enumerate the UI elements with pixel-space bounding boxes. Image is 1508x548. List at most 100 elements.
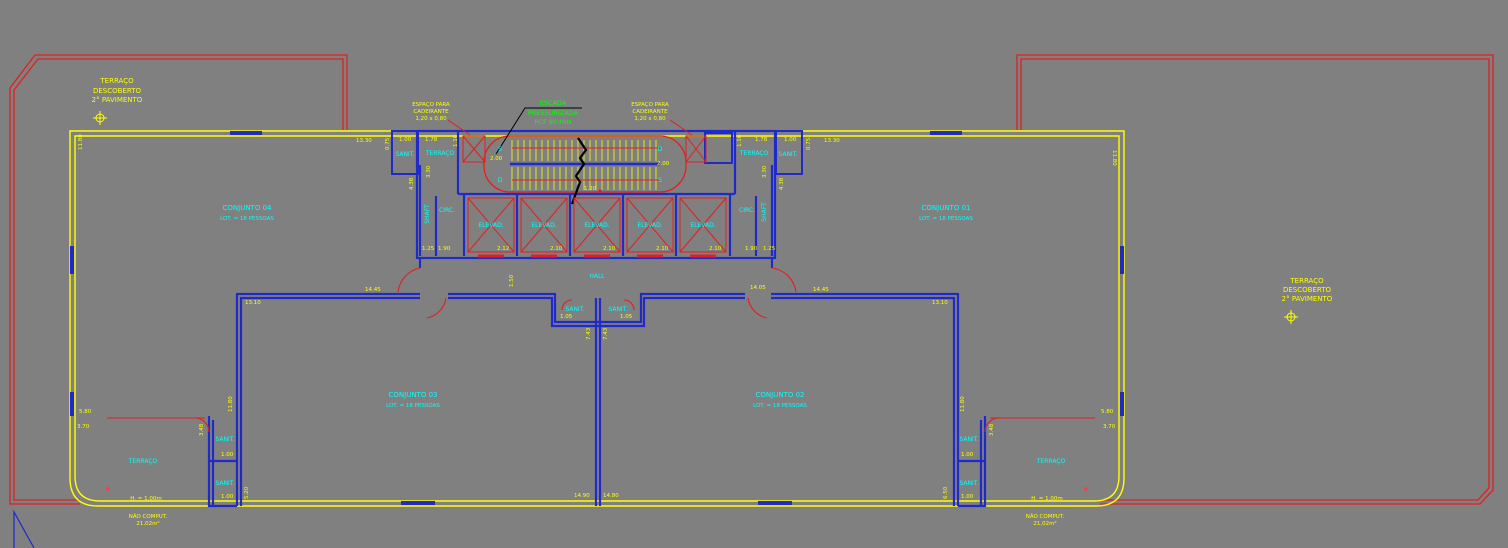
svg-text:SANIT.: SANIT.	[395, 151, 414, 158]
svg-text:SANIT.: SANIT.	[959, 480, 978, 487]
svg-text:1.90: 1.90	[438, 246, 451, 252]
terrace-label-top-left: TERRAÇO DESCOBERTO 2° PAVIMENTO	[92, 77, 143, 104]
svg-text:1.16: 1.16	[737, 134, 743, 147]
drain-right	[1084, 487, 1088, 491]
svg-text:SANIT.: SANIT.	[608, 306, 627, 313]
svg-text:11.80: 11.80	[1111, 150, 1117, 166]
svg-text:1.05: 1.05	[620, 314, 633, 320]
svg-text:2° PAVIMENTO: 2° PAVIMENTO	[92, 96, 143, 104]
svg-text:3.30: 3.30	[762, 165, 768, 178]
svg-text:CONJUNTO 02: CONJUNTO 02	[756, 391, 805, 399]
svg-text:0.75: 0.75	[806, 137, 812, 150]
svg-text:13.10: 13.10	[245, 300, 261, 306]
svg-text:TERRAÇO: TERRAÇO	[1036, 458, 1066, 465]
svg-text:1.25: 1.25	[763, 246, 776, 252]
svg-text:HALL: HALL	[589, 273, 605, 280]
svg-text:CADEIRANTE: CADEIRANTE	[413, 109, 449, 115]
svg-text:TERRAÇO: TERRAÇO	[425, 150, 455, 157]
svg-text:SANIT.: SANIT.	[565, 306, 584, 313]
svg-text:3.48: 3.48	[989, 423, 995, 436]
svg-text:DESCOBERTO: DESCOBERTO	[1283, 286, 1332, 294]
svg-text:5.80: 5.80	[79, 409, 92, 415]
svg-text:2.10: 2.10	[709, 246, 722, 252]
drain-left	[106, 487, 110, 491]
svg-text:7.43: 7.43	[603, 327, 609, 340]
svg-text:2° PAVIMENTO: 2° PAVIMENTO	[1282, 295, 1333, 303]
svg-text:NÃO COMPUT.: NÃO COMPUT.	[1026, 513, 1065, 520]
svg-text:1,20 x 0,80: 1,20 x 0,80	[415, 116, 447, 122]
svg-text:1.00: 1.00	[961, 452, 974, 458]
svg-text:2.00: 2.00	[490, 156, 503, 162]
svg-text:PCF 90 MIN: PCF 90 MIN	[535, 118, 572, 126]
svg-text:ELEVAD.: ELEVAD.	[584, 222, 609, 229]
svg-text:ELEVAD.: ELEVAD.	[637, 222, 662, 229]
pointer-line-right	[669, 119, 693, 136]
svg-text:TERRAÇO: TERRAÇO	[1289, 277, 1324, 285]
svg-text:1.00: 1.00	[221, 452, 234, 458]
svg-text:1.00: 1.00	[784, 137, 797, 143]
svg-text:ESPAÇO PARA: ESPAÇO PARA	[631, 102, 669, 108]
svg-text:1.90: 1.90	[745, 246, 758, 252]
svg-text:H. = 1,00m: H. = 1,00m	[1031, 496, 1063, 502]
svg-text:11.80: 11.80	[78, 134, 84, 150]
svg-text:14.90: 14.90	[574, 493, 590, 499]
svg-text:2.10: 2.10	[603, 246, 616, 252]
svg-text:S: S	[498, 146, 502, 153]
svg-text:1.00: 1.00	[961, 494, 974, 500]
unit-conjunto-03: CONJUNTO 03 LOT. = 18 PESSOAS	[386, 391, 440, 409]
terrace-boundary-left	[9, 54, 348, 505]
svg-text:LOT. = 18 PESSOAS: LOT. = 18 PESSOAS	[753, 403, 807, 409]
svg-text:3.48: 3.48	[199, 423, 205, 436]
svg-text:S: S	[658, 177, 662, 184]
svg-text:3.30: 3.30	[426, 165, 432, 178]
svg-text:1.20: 1.20	[584, 186, 597, 192]
svg-text:SANIT.: SANIT.	[959, 436, 978, 443]
svg-text:TERRAÇO: TERRAÇO	[99, 77, 134, 85]
north-arrow	[13, 509, 35, 548]
svg-text:1.00: 1.00	[221, 494, 234, 500]
svg-text:LOT. = 18 PESSOAS: LOT. = 18 PESSOAS	[220, 216, 274, 222]
svg-text:TERRAÇO: TERRAÇO	[128, 458, 158, 465]
terrace-note-left: H. = 1,00m NÃO COMPUT. 21,02m²	[129, 496, 168, 527]
svg-text:11.80: 11.80	[960, 396, 966, 412]
svg-text:2.10: 2.10	[550, 246, 563, 252]
svg-text:1.25: 1.25	[422, 246, 435, 252]
svg-text:ESPAÇO PARA: ESPAÇO PARA	[412, 102, 450, 108]
unit-conjunto-02: CONJUNTO 02 LOT. = 18 PESSOAS	[753, 391, 807, 409]
svg-text:CONJUNTO 01: CONJUNTO 01	[922, 204, 971, 212]
svg-text:SHAFT: SHAFT	[424, 204, 431, 224]
svg-text:SANIT.: SANIT.	[215, 436, 234, 443]
terrace-label-right: TERRAÇO DESCOBERTO 2° PAVIMENTO	[1282, 277, 1333, 303]
svg-text:5.80: 5.80	[1101, 409, 1114, 415]
svg-text:1.78: 1.78	[755, 137, 768, 143]
svg-text:TERRAÇO: TERRAÇO	[739, 150, 769, 157]
svg-text:ESCADA: ESCADA	[540, 99, 567, 107]
svg-text:CIRC.: CIRC.	[739, 207, 755, 214]
corridor-walls	[207, 292, 987, 508]
svg-text:14.45: 14.45	[813, 287, 829, 293]
unit-conjunto-04: CONJUNTO 04 LOT. = 18 PESSOAS	[220, 204, 274, 222]
svg-text:ELEVAD.: ELEVAD.	[690, 222, 715, 229]
terrace-marker-left	[93, 111, 107, 125]
svg-text:4.38: 4.38	[409, 177, 415, 190]
floor-plan-drawing: TERRAÇO DESCOBERTO 2° PAVIMENTO TERRAÇO …	[9, 54, 1494, 548]
svg-text:14.80: 14.80	[603, 493, 619, 499]
svg-text:SANIT.: SANIT.	[778, 151, 797, 158]
svg-text:PRESSURIZADA: PRESSURIZADA	[528, 109, 579, 117]
terrace-note-right: H. = 1,00m NÃO COMPUT. 21,02m²	[1026, 496, 1065, 527]
svg-text:21,02m²: 21,02m²	[1033, 520, 1056, 527]
svg-text:ELEVAD.: ELEVAD.	[531, 222, 556, 229]
svg-text:2.00: 2.00	[657, 161, 670, 167]
svg-text:1.78: 1.78	[425, 137, 438, 143]
svg-text:11.80: 11.80	[228, 396, 234, 412]
svg-text:SANIT.: SANIT.	[215, 480, 234, 487]
svg-text:13.30: 13.30	[356, 138, 372, 144]
svg-text:H. = 1,00m: H. = 1,00m	[130, 496, 162, 502]
svg-text:7.43: 7.43	[586, 327, 592, 340]
svg-text:0.75: 0.75	[385, 137, 391, 150]
svg-text:1.05: 1.05	[560, 314, 573, 320]
svg-text:CONJUNTO 03: CONJUNTO 03	[389, 391, 438, 399]
svg-text:1.00: 1.00	[399, 137, 412, 143]
svg-text:5.20: 5.20	[244, 486, 250, 499]
svg-text:3.70: 3.70	[1103, 424, 1116, 430]
